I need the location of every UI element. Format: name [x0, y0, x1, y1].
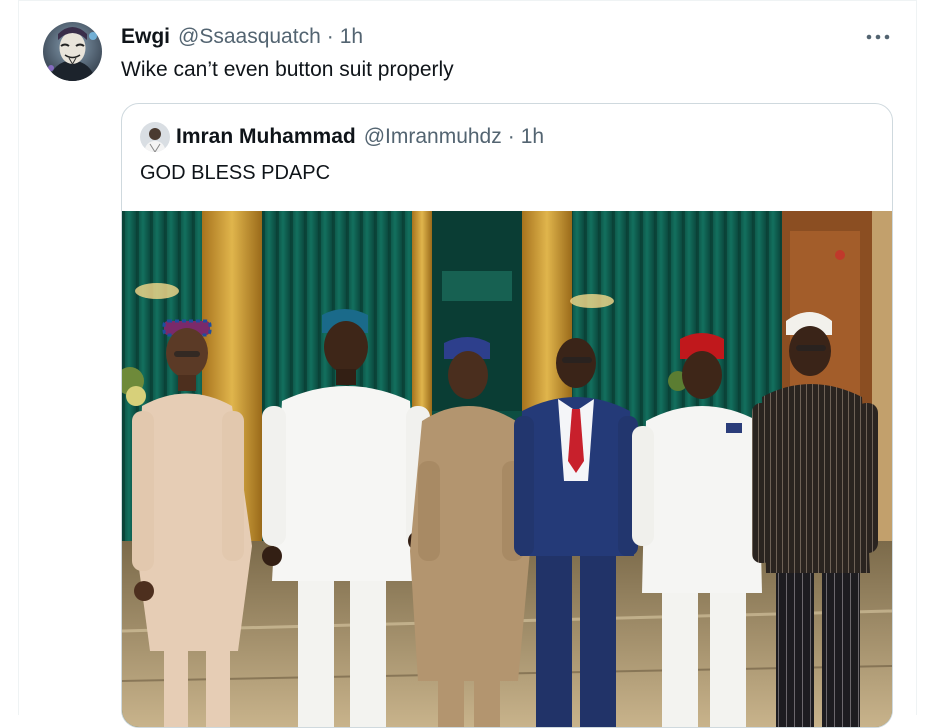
more-options-button[interactable]: [862, 26, 894, 48]
tweet-time[interactable]: 1h: [340, 25, 363, 49]
quoted-author-handle[interactable]: @Imranmuhdz: [364, 125, 502, 149]
author-avatar[interactable]: [43, 22, 102, 81]
user-avatar-icon: [140, 122, 170, 152]
quoted-tweet-photo[interactable]: [122, 211, 892, 727]
quoted-author-name[interactable]: Imran Muhammad: [176, 125, 356, 149]
quoted-author-avatar[interactable]: [140, 122, 170, 152]
quoted-separator-dot: ·: [507, 125, 515, 148]
quoted-tweet-header: Imran Muhammad @Imranmuhdz · 1h: [176, 124, 544, 150]
tweet-header: Ewgi @Ssaasquatch · 1h: [121, 24, 363, 50]
quoted-tweet-time[interactable]: 1h: [521, 125, 544, 149]
group-photo-image: [122, 211, 892, 727]
quoted-tweet-card[interactable]: Imran Muhammad @Imranmuhdz · 1h GOD BLES…: [121, 103, 893, 728]
author-handle[interactable]: @Ssaasquatch: [178, 25, 321, 49]
tweet-text: Wike can’t even button suit properly: [121, 58, 454, 81]
masked-face-avatar-icon: [43, 22, 102, 81]
separator-dot: ·: [326, 25, 334, 48]
author-name[interactable]: Ewgi: [121, 25, 170, 49]
quoted-tweet-text: GOD BLESS PDAPC: [140, 162, 331, 184]
more-horizontal-icon: [866, 34, 890, 40]
